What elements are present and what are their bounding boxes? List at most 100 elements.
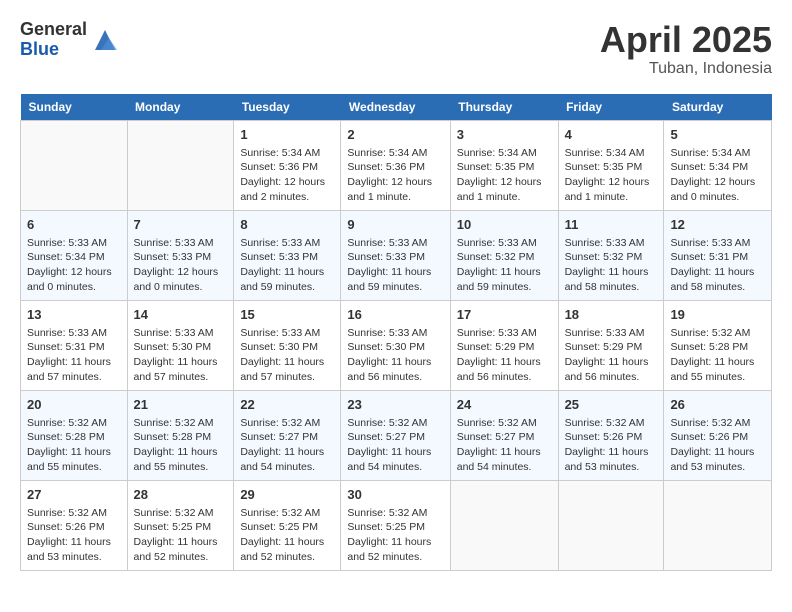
- day-info: Sunrise: 5:34 AMSunset: 5:35 PMDaylight:…: [565, 146, 658, 205]
- logo-icon: [91, 26, 119, 54]
- calendar-cell: 24 Sunrise: 5:32 AMSunset: 5:27 PMDayligh…: [450, 390, 558, 480]
- day-number: 5: [670, 126, 765, 144]
- calendar-week-row: 20 Sunrise: 5:32 AMSunset: 5:28 PMDayligh…: [21, 390, 772, 480]
- day-info: Sunrise: 5:34 AMSunset: 5:35 PMDaylight:…: [457, 146, 552, 205]
- calendar-cell: 14 Sunrise: 5:33 AMSunset: 5:30 PMDayligh…: [127, 300, 234, 390]
- day-info: Sunrise: 5:33 AMSunset: 5:30 PMDaylight:…: [240, 326, 334, 385]
- day-number: 26: [670, 396, 765, 414]
- calendar-cell: 18 Sunrise: 5:33 AMSunset: 5:29 PMDayligh…: [558, 300, 664, 390]
- day-info: Sunrise: 5:34 AMSunset: 5:34 PMDaylight:…: [670, 146, 765, 205]
- col-thursday: Thursday: [450, 94, 558, 121]
- day-number: 17: [457, 306, 552, 324]
- day-info: Sunrise: 5:32 AMSunset: 5:25 PMDaylight:…: [347, 506, 443, 565]
- day-info: Sunrise: 5:32 AMSunset: 5:27 PMDaylight:…: [240, 416, 334, 475]
- calendar-cell: 1 Sunrise: 5:34 AMSunset: 5:36 PMDaylight…: [234, 120, 341, 210]
- calendar-cell: 3 Sunrise: 5:34 AMSunset: 5:35 PMDaylight…: [450, 120, 558, 210]
- calendar-cell: [127, 120, 234, 210]
- day-info: Sunrise: 5:33 AMSunset: 5:33 PMDaylight:…: [240, 236, 334, 295]
- day-number: 1: [240, 126, 334, 144]
- calendar-cell: 21 Sunrise: 5:32 AMSunset: 5:28 PMDayligh…: [127, 390, 234, 480]
- col-tuesday: Tuesday: [234, 94, 341, 121]
- day-info: Sunrise: 5:32 AMSunset: 5:27 PMDaylight:…: [457, 416, 552, 475]
- calendar-cell: 25Sunrise: 5:32 AMSunset: 5:26 PMDayligh…: [558, 390, 664, 480]
- calendar-cell: [664, 480, 772, 570]
- day-number: 3: [457, 126, 552, 144]
- calendar-cell: 15 Sunrise: 5:33 AMSunset: 5:30 PMDayligh…: [234, 300, 341, 390]
- location: Tuban, Indonesia: [600, 60, 772, 78]
- calendar-cell: 19 Sunrise: 5:32 AMSunset: 5:28 PMDayligh…: [664, 300, 772, 390]
- day-info: Sunrise: 5:33 AMSunset: 5:30 PMDaylight:…: [347, 326, 443, 385]
- day-info: Sunrise: 5:33 AMSunset: 5:33 PMDaylight:…: [134, 236, 228, 295]
- col-saturday: Saturday: [664, 94, 772, 121]
- calendar-cell: 7 Sunrise: 5:33 AMSunset: 5:33 PMDaylight…: [127, 210, 234, 300]
- day-info: Sunrise: 5:32 AMSunset: 5:26 PMDaylight:…: [670, 416, 765, 475]
- day-info: Sunrise: 5:32 AMSunset: 5:28 PMDaylight:…: [134, 416, 228, 475]
- calendar-table: Sunday Monday Tuesday Wednesday Thursday…: [20, 94, 772, 571]
- day-info: Sunrise: 5:33 AMSunset: 5:31 PMDaylight:…: [27, 326, 121, 385]
- calendar-cell: 20 Sunrise: 5:32 AMSunset: 5:28 PMDayligh…: [21, 390, 128, 480]
- col-wednesday: Wednesday: [341, 94, 450, 121]
- day-info: Sunrise: 5:34 AMSunset: 5:36 PMDaylight:…: [347, 146, 443, 205]
- logo-general-text: General: [20, 20, 87, 40]
- day-info: Sunrise: 5:32 AMSunset: 5:26 PMDaylight:…: [565, 416, 658, 475]
- day-number: 4: [565, 126, 658, 144]
- calendar-cell: 30 Sunrise: 5:32 AMSunset: 5:25 PMDayligh…: [341, 480, 450, 570]
- day-info: Sunrise: 5:33 AMSunset: 5:32 PMDaylight:…: [565, 236, 658, 295]
- calendar-cell: 10Sunrise: 5:33 AMSunset: 5:32 PMDayligh…: [450, 210, 558, 300]
- page-header: General Blue April 2025 Tuban, Indonesia: [20, 20, 772, 78]
- day-number: 22: [240, 396, 334, 414]
- calendar-cell: 16Sunrise: 5:33 AMSunset: 5:30 PMDayligh…: [341, 300, 450, 390]
- calendar-week-row: 27Sunrise: 5:32 AMSunset: 5:26 PMDayligh…: [21, 480, 772, 570]
- day-number: 19: [670, 306, 765, 324]
- day-info: Sunrise: 5:33 AMSunset: 5:34 PMDaylight:…: [27, 236, 121, 295]
- day-info: Sunrise: 5:34 AMSunset: 5:36 PMDaylight:…: [240, 146, 334, 205]
- calendar-cell: 11Sunrise: 5:33 AMSunset: 5:32 PMDayligh…: [558, 210, 664, 300]
- title-block: April 2025 Tuban, Indonesia: [600, 20, 772, 78]
- calendar-cell: 12Sunrise: 5:33 AMSunset: 5:31 PMDayligh…: [664, 210, 772, 300]
- calendar-cell: 28 Sunrise: 5:32 AMSunset: 5:25 PMDayligh…: [127, 480, 234, 570]
- calendar-cell: 13 Sunrise: 5:33 AMSunset: 5:31 PMDayligh…: [21, 300, 128, 390]
- day-info: Sunrise: 5:33 AMSunset: 5:29 PMDaylight:…: [457, 326, 552, 385]
- calendar-week-row: 13 Sunrise: 5:33 AMSunset: 5:31 PMDayligh…: [21, 300, 772, 390]
- day-number: 6: [27, 216, 121, 234]
- day-number: 24: [457, 396, 552, 414]
- day-info: Sunrise: 5:32 AMSunset: 5:28 PMDaylight:…: [27, 416, 121, 475]
- day-info: Sunrise: 5:33 AMSunset: 5:33 PMDaylight:…: [347, 236, 443, 295]
- day-info: Sunrise: 5:32 AMSunset: 5:25 PMDaylight:…: [240, 506, 334, 565]
- calendar-cell: 5 Sunrise: 5:34 AMSunset: 5:34 PMDaylight…: [664, 120, 772, 210]
- day-info: Sunrise: 5:33 AMSunset: 5:29 PMDaylight:…: [565, 326, 658, 385]
- calendar-cell: 22 Sunrise: 5:32 AMSunset: 5:27 PMDayligh…: [234, 390, 341, 480]
- calendar-cell: 26 Sunrise: 5:32 AMSunset: 5:26 PMDayligh…: [664, 390, 772, 480]
- day-info: Sunrise: 5:32 AMSunset: 5:25 PMDaylight:…: [134, 506, 228, 565]
- day-number: 27: [27, 486, 121, 504]
- calendar-cell: 17 Sunrise: 5:33 AMSunset: 5:29 PMDayligh…: [450, 300, 558, 390]
- day-number: 21: [134, 396, 228, 414]
- logo-blue-text: Blue: [20, 40, 87, 60]
- logo: General Blue: [20, 20, 119, 60]
- day-info: Sunrise: 5:32 AMSunset: 5:28 PMDaylight:…: [670, 326, 765, 385]
- col-monday: Monday: [127, 94, 234, 121]
- day-number: 15: [240, 306, 334, 324]
- calendar-cell: 29 Sunrise: 5:32 AMSunset: 5:25 PMDayligh…: [234, 480, 341, 570]
- day-number: 7: [134, 216, 228, 234]
- header-row: Sunday Monday Tuesday Wednesday Thursday…: [21, 94, 772, 121]
- day-number: 28: [134, 486, 228, 504]
- day-number: 14: [134, 306, 228, 324]
- day-info: Sunrise: 5:32 AMSunset: 5:27 PMDaylight:…: [347, 416, 443, 475]
- calendar-week-row: 1 Sunrise: 5:34 AMSunset: 5:36 PMDaylight…: [21, 120, 772, 210]
- day-number: 30: [347, 486, 443, 504]
- day-number: 20: [27, 396, 121, 414]
- day-number: 2: [347, 126, 443, 144]
- day-number: 29: [240, 486, 334, 504]
- day-number: 9: [347, 216, 443, 234]
- calendar-week-row: 6 Sunrise: 5:33 AMSunset: 5:34 PMDaylight…: [21, 210, 772, 300]
- day-info: Sunrise: 5:33 AMSunset: 5:30 PMDaylight:…: [134, 326, 228, 385]
- day-number: 12: [670, 216, 765, 234]
- calendar-cell: 9 Sunrise: 5:33 AMSunset: 5:33 PMDaylight…: [341, 210, 450, 300]
- calendar-cell: 8Sunrise: 5:33 AMSunset: 5:33 PMDaylight…: [234, 210, 341, 300]
- calendar-cell: 2 Sunrise: 5:34 AMSunset: 5:36 PMDaylight…: [341, 120, 450, 210]
- col-friday: Friday: [558, 94, 664, 121]
- day-number: 18: [565, 306, 658, 324]
- month-title: April 2025: [600, 20, 772, 60]
- day-number: 13: [27, 306, 121, 324]
